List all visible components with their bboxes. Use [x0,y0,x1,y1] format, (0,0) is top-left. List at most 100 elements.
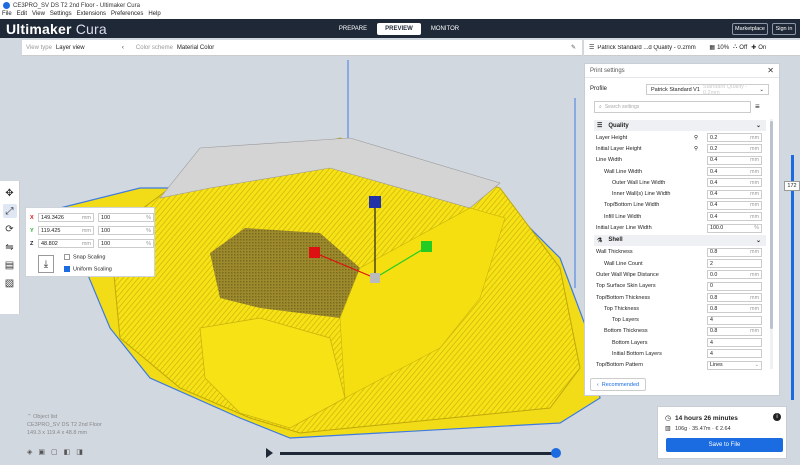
rotate-tool-icon[interactable]: ⟳ [3,222,17,236]
uniform-scaling-checkbox[interactable]: Uniform Scaling [64,266,112,272]
right-view-icon[interactable]: ◨ [76,448,83,456]
simulation-slider-handle[interactable] [551,448,561,458]
front-view-icon[interactable]: ▣ [38,448,45,456]
setting-value-input[interactable]: 0.4 mm [707,155,762,165]
menu-file[interactable]: File [2,11,12,19]
profile-select[interactable]: Patrick Standard V1 Standard Quality - 0… [646,84,769,96]
setting-row: Initial Layer Height ⚲ 0.2 mm [594,143,766,154]
recommended-button[interactable]: ‹ Recommended [590,378,646,391]
link-icon[interactable]: ⚲ [694,146,698,152]
setting-value-input[interactable]: 2 [707,259,762,269]
simulation-slider[interactable] [280,452,552,455]
layer-slider[interactable] [791,155,794,400]
gizmo-y-handle[interactable] [421,241,432,252]
marketplace-button[interactable]: Marketplace [732,23,768,35]
gizmo-x-handle[interactable] [309,247,320,258]
menu-preferences[interactable]: Preferences [111,11,143,19]
lay-flat-icon[interactable]: ⤓ [38,255,54,273]
print-setup-selector[interactable]: ☰ Patrick Standard ...d Quality - 0.2mm … [584,40,800,56]
scale-tool-icon[interactable]: ⤢ [2,204,17,218]
panel-header: Print settings ✕ [585,64,779,78]
setting-value-input[interactable]: 0.8 mm [707,247,762,257]
setting-value-input[interactable]: 0.0 mm [707,270,762,280]
setting-value-input[interactable]: 0.2 mm [707,133,762,143]
mirror-tool-icon[interactable]: ⇋ [3,240,17,254]
stage-tabs: PREPARE PREVIEW MONITOR [331,23,467,35]
link-icon[interactable]: ⚲ [694,135,698,141]
menu-help[interactable]: Help [148,11,160,19]
setting-row: Top/Bottom Pattern Lines ⌄ [594,360,766,371]
tab-preview[interactable]: PREVIEW [377,23,421,35]
move-tool-icon[interactable]: ✥ [3,186,17,200]
setting-row: Inner Wall(s) Line Width 0.4 mm [594,188,766,199]
menu-settings[interactable]: Settings [50,11,72,19]
left-view-icon[interactable]: ◧ [64,448,71,456]
chevron-down-icon: ⌄ [754,362,759,369]
scale-x-mm-input[interactable]: 149.3426 mm [38,213,94,222]
support-blocker-icon[interactable]: ▧ [3,276,17,290]
setting-row: Wall Thickness 0.8 mm [594,247,766,258]
setting-row: Initial Bottom Layers 4 [594,348,766,359]
setting-value-input[interactable]: 0.4 mm [707,200,762,210]
adhesion-icon: ✚ [751,45,757,51]
scale-z-pct-input[interactable]: 100% [98,239,154,248]
tab-prepare[interactable]: PREPARE [331,23,375,35]
setting-row: Top/Bottom Thickness 0.8 mm [594,292,766,303]
scale-y-mm-input[interactable]: 119.425 mm [38,226,94,235]
play-icon[interactable] [266,448,273,458]
setting-value-input[interactable]: 0.4 mm [707,167,762,177]
close-icon[interactable]: ✕ [767,66,774,75]
gizmo-z-handle[interactable] [369,196,381,208]
signin-button[interactable]: Sign in [772,23,796,35]
setting-value-input[interactable]: 100.0% [707,223,762,233]
camera-view-buttons: ◈ ▣ ▢ ◧ ◨ [27,448,83,456]
edit-icon[interactable]: ✎ [571,44,576,51]
top-view-icon[interactable]: ▢ [51,448,58,456]
setting-value-input[interactable]: 4 [707,315,762,325]
setting-value-input[interactable]: 4 [707,338,762,348]
setting-value-input[interactable]: 0.4 mm [707,189,762,199]
setting-value-input[interactable]: 0 [707,281,762,291]
setting-row: Top Layers 4 [594,314,766,325]
object-info: ⌃ Object list CE3PRO_SV DS T2 2nd Floor … [27,413,102,437]
settings-category-shell[interactable]: ⚗ Shell ⌄ [594,234,766,246]
setting-value-input[interactable]: Lines ⌄ [707,360,762,370]
setting-value-input[interactable]: 0.4 mm [707,212,762,222]
setting-value-input[interactable]: 0.8 mm [707,326,762,336]
setting-value-input[interactable]: 0.8 mm [707,304,762,314]
menu-view[interactable]: View [32,11,45,19]
setting-row: Layer Height ⚲ 0.2 mm [594,132,766,143]
3d-view-icon[interactable]: ◈ [27,448,32,456]
scale-row-y: Y 119.425 mm 100% [30,226,154,235]
window-title: CE3PRO_SV DS T2 2nd Floor - Ultimaker Cu… [13,2,140,9]
settings-menu-icon[interactable]: ≡ [755,102,760,111]
scale-x-pct-input[interactable]: 100% [98,213,154,222]
scale-y-pct-input[interactable]: 100% [98,226,154,235]
brand-logo: Ultimaker Cura [6,21,107,37]
object-list-toggle[interactable]: ⌃ Object list [27,413,102,421]
settings-icon: ☰ [589,45,595,51]
settings-search-input[interactable]: ⌕ Search settings [594,101,751,113]
color-scheme-select[interactable]: Material Color [177,45,571,51]
save-to-file-button[interactable]: Save to File [666,438,783,452]
layer-number[interactable]: 172 [784,181,800,191]
setting-value-input[interactable]: 0.4 mm [707,178,762,188]
view-type-select[interactable]: Layer view [56,45,122,51]
scale-z-mm-input[interactable]: 48.802 mm [38,239,94,248]
profile-summary: Patrick Standard ...d Quality - 0.2mm [597,44,696,51]
settings-scrollbar[interactable] [770,121,773,329]
snap-scaling-checkbox[interactable]: Snap Scaling [64,254,105,260]
setting-value-input[interactable]: 0.2 mm [707,144,762,154]
gizmo-center-handle[interactable] [370,273,380,283]
setting-value-input[interactable]: 4 [707,349,762,359]
per-model-settings-icon[interactable]: ▤ [3,258,17,272]
setting-value-input[interactable]: 0.8 mm [707,293,762,302]
menu-edit[interactable]: Edit [17,11,27,19]
search-icon: ⌕ [599,104,602,110]
menu-extensions[interactable]: Extensions [77,11,106,19]
settings-category-quality[interactable]: ☰ Quality ⌄ [594,120,766,131]
chevron-left-icon: ‹ [596,381,599,388]
collapse-icon[interactable]: ‹ [122,45,124,51]
info-icon[interactable]: i [773,413,781,421]
tab-monitor[interactable]: MONITOR [423,23,467,35]
